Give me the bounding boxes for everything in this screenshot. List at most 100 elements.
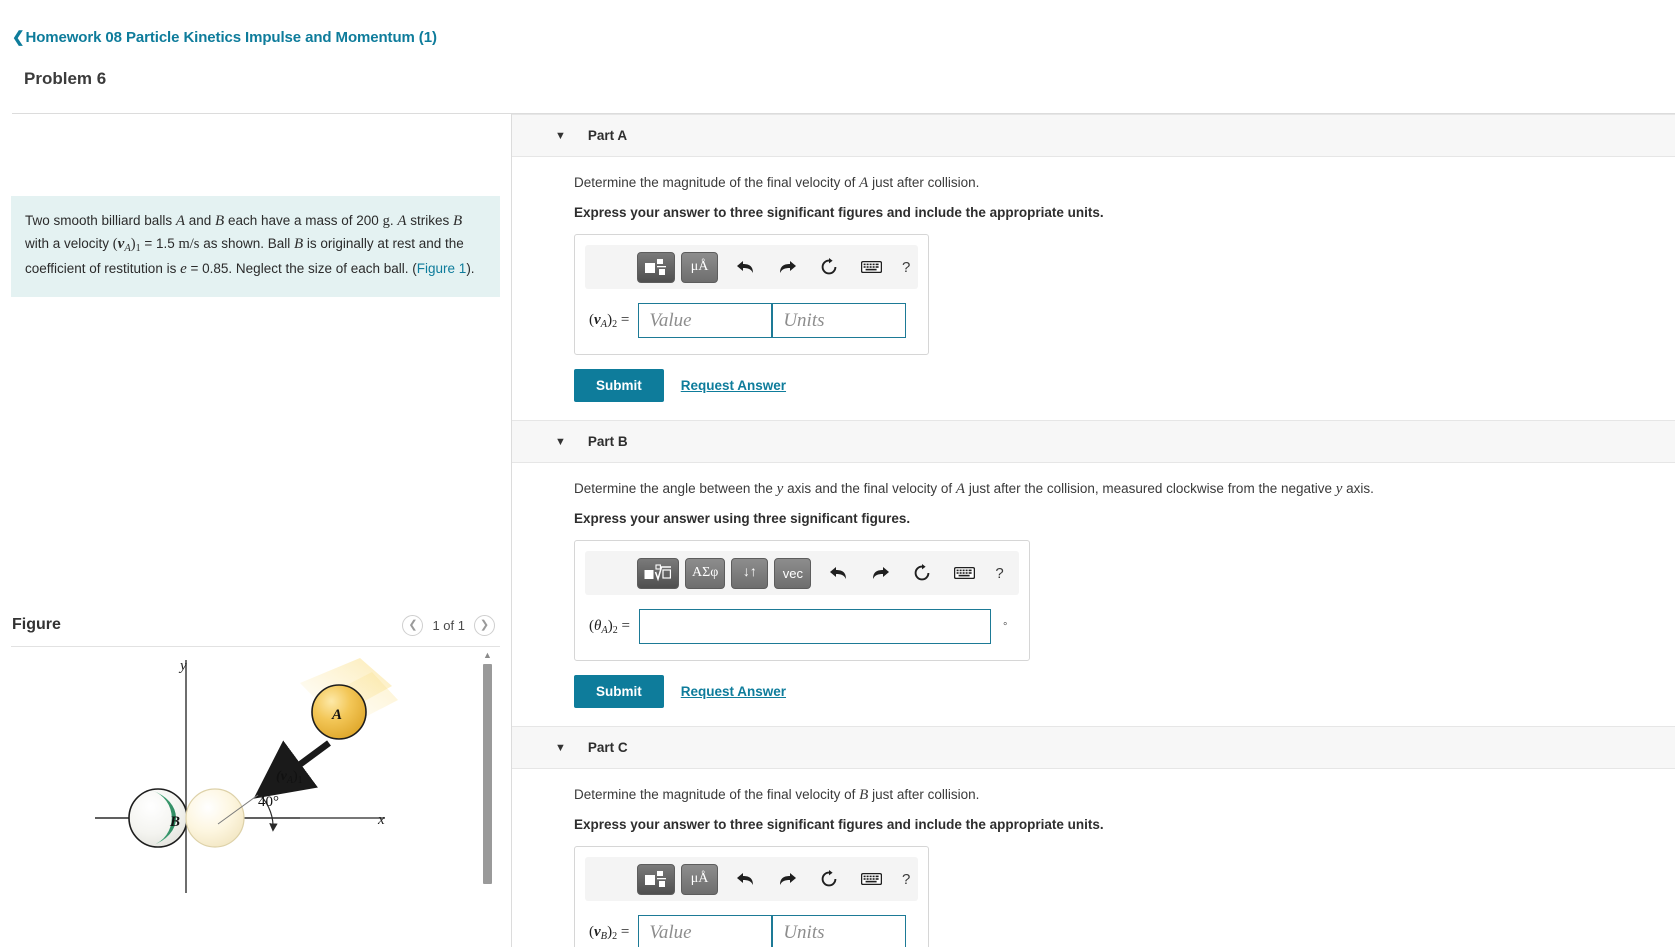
part-b-var-a: A xyxy=(955,481,966,497)
part-b-angle-input[interactable] xyxy=(639,609,992,644)
part-c-label-idx: 2 xyxy=(612,930,618,942)
part-b-body: Determine the angle between the y axis a… xyxy=(512,463,1675,708)
caret-down-icon[interactable]: ▼ xyxy=(555,130,566,142)
keyboard-glyph xyxy=(953,566,975,580)
part-b-header[interactable]: ▼ Part B xyxy=(512,420,1675,463)
var-e: e xyxy=(180,260,187,277)
part-c-label-sub: B xyxy=(600,930,608,942)
keyboard-glyph xyxy=(860,260,882,274)
math-template-icon[interactable] xyxy=(637,251,675,283)
breadcrumb-back-link[interactable]: ❮ Homework 08 Particle Kinetics Impulse a… xyxy=(12,28,437,47)
part-a-request-answer-link[interactable]: Request Answer xyxy=(681,378,786,393)
part-b-request-answer-link[interactable]: Request Answer xyxy=(681,684,786,699)
arrows-button[interactable]: ↓↑ xyxy=(731,557,769,589)
reset-icon[interactable] xyxy=(907,558,937,588)
x-axis-label: x xyxy=(377,812,385,828)
help-button[interactable]: ? xyxy=(995,565,1003,582)
figure-link[interactable]: Figure 1 xyxy=(417,261,467,276)
undo-glyph xyxy=(736,873,753,885)
page-title: Problem 6 xyxy=(24,69,107,88)
figure-navigation: ❮ 1 of 1 ❯ xyxy=(402,614,495,636)
chevron-left-icon: ❮ xyxy=(12,29,25,46)
caret-down-icon[interactable]: ▼ xyxy=(555,742,566,754)
statement-text-2: and xyxy=(185,213,216,228)
caret-down-icon[interactable]: ▼ xyxy=(555,436,566,448)
reset-icon[interactable] xyxy=(814,252,844,282)
undo-icon[interactable] xyxy=(823,558,853,588)
ball-origin xyxy=(185,788,245,848)
keyboard-icon[interactable] xyxy=(856,252,886,282)
part-a-question-var: A xyxy=(859,175,869,191)
figure-prev-button[interactable]: ❮ xyxy=(402,614,424,636)
collision-diagram: y x B A (vA)1 40° xyxy=(95,658,398,893)
undo-icon[interactable] xyxy=(730,864,760,894)
reset-glyph xyxy=(821,258,837,275)
var-a-1: A xyxy=(175,213,185,229)
part-b-actions: Submit Request Answer xyxy=(574,675,1675,708)
right-panel: ▼ Part A Determine the magnitude of the … xyxy=(512,114,1675,947)
part-b-question-mid2: just after the collision, measured clock… xyxy=(965,481,1336,496)
part-c-input-row: (vB)2 = Value Units xyxy=(575,901,928,947)
var-b-1: B xyxy=(215,213,225,229)
part-a-label: Part A xyxy=(587,128,628,143)
part-c-header[interactable]: ▼ Part C xyxy=(512,726,1675,769)
figure-scrollbar[interactable]: ▲ ▼ xyxy=(480,648,495,947)
math-template-icon[interactable] xyxy=(637,863,675,895)
scrollbar-track[interactable] xyxy=(480,662,495,947)
keyboard-icon[interactable] xyxy=(856,864,886,894)
part-a-units-input[interactable]: Units xyxy=(772,303,907,338)
statement-text-11: ). xyxy=(466,260,475,276)
redo-icon[interactable] xyxy=(865,558,895,588)
part-a-answer-box: μÅ ? (vA)2 = Value Units xyxy=(574,234,929,355)
statement-text-3: each have a mass of 200 xyxy=(224,213,383,228)
scrollbar-thumb[interactable] xyxy=(483,664,492,884)
part-c-units-input[interactable]: Units xyxy=(772,915,907,947)
figure-next-button[interactable]: ❯ xyxy=(474,614,495,636)
part-a-value-input[interactable]: Value xyxy=(638,303,773,338)
part-c-question-var: B xyxy=(859,787,869,803)
degree-symbol: ° xyxy=(1003,620,1008,633)
redo-icon[interactable] xyxy=(772,252,802,282)
part-c-instruction: Express your answer to three significant… xyxy=(574,817,1104,832)
part-c-value-input[interactable]: Value xyxy=(638,915,773,947)
part-a-answer-label: (vA)2 = xyxy=(589,311,630,330)
part-c-question-pre: Determine the magnitude of the final vel… xyxy=(574,787,860,802)
part-b-question-post: axis. xyxy=(1342,481,1374,496)
part-b-question-pre: Determine the angle between the xyxy=(574,481,777,496)
triangle-up-icon[interactable]: ▲ xyxy=(480,648,495,662)
figure-counter: 1 of 1 xyxy=(432,617,465,633)
undo-icon[interactable] xyxy=(730,252,760,282)
part-a-label-idx: 2 xyxy=(612,318,618,330)
part-a-body: Determine the magnitude of the final vel… xyxy=(512,157,1675,402)
greek-symbols-button[interactable]: ΑΣφ xyxy=(685,557,726,589)
part-a-question-pre: Determine the magnitude of the final vel… xyxy=(574,175,860,190)
figure-divider xyxy=(11,646,500,647)
keyboard-icon[interactable] xyxy=(949,558,979,588)
part-a-question: Determine the magnitude of the final vel… xyxy=(574,175,1675,192)
part-b-submit-button[interactable]: Submit xyxy=(574,675,664,708)
part-b-label-idx: 2 xyxy=(612,624,618,636)
units-mu-angstrom-button[interactable]: μÅ xyxy=(681,251,718,283)
part-b-input-row: (θA)2 = ° xyxy=(575,595,1029,644)
undo-glyph xyxy=(736,261,753,273)
units-mu-angstrom-button[interactable]: μÅ xyxy=(681,863,718,895)
math-radical-glyph xyxy=(644,563,672,581)
var-b-3: B xyxy=(293,236,304,253)
part-a-question-post: just after collision. xyxy=(868,175,980,190)
math-template-glyph xyxy=(645,870,666,887)
math-radical-template-icon[interactable] xyxy=(637,557,679,589)
help-button[interactable]: ? xyxy=(902,259,910,276)
figure-title: Figure xyxy=(12,616,61,633)
vector-button[interactable]: vec xyxy=(774,557,812,589)
redo-icon[interactable] xyxy=(772,864,802,894)
part-a-submit-button[interactable]: Submit xyxy=(574,369,664,402)
reset-icon[interactable] xyxy=(814,864,844,894)
part-c-answer-label: (vB)2 = xyxy=(589,923,630,942)
help-button[interactable]: ? xyxy=(902,871,910,888)
part-c-body: Determine the magnitude of the final vel… xyxy=(512,769,1675,947)
angle-label: 40° xyxy=(258,794,279,810)
var-a-2: A xyxy=(397,213,407,229)
keyboard-glyph xyxy=(860,872,882,886)
part-a-header[interactable]: ▼ Part A xyxy=(512,114,1675,157)
breadcrumb-label: Homework 08 Particle Kinetics Impulse an… xyxy=(25,28,437,46)
